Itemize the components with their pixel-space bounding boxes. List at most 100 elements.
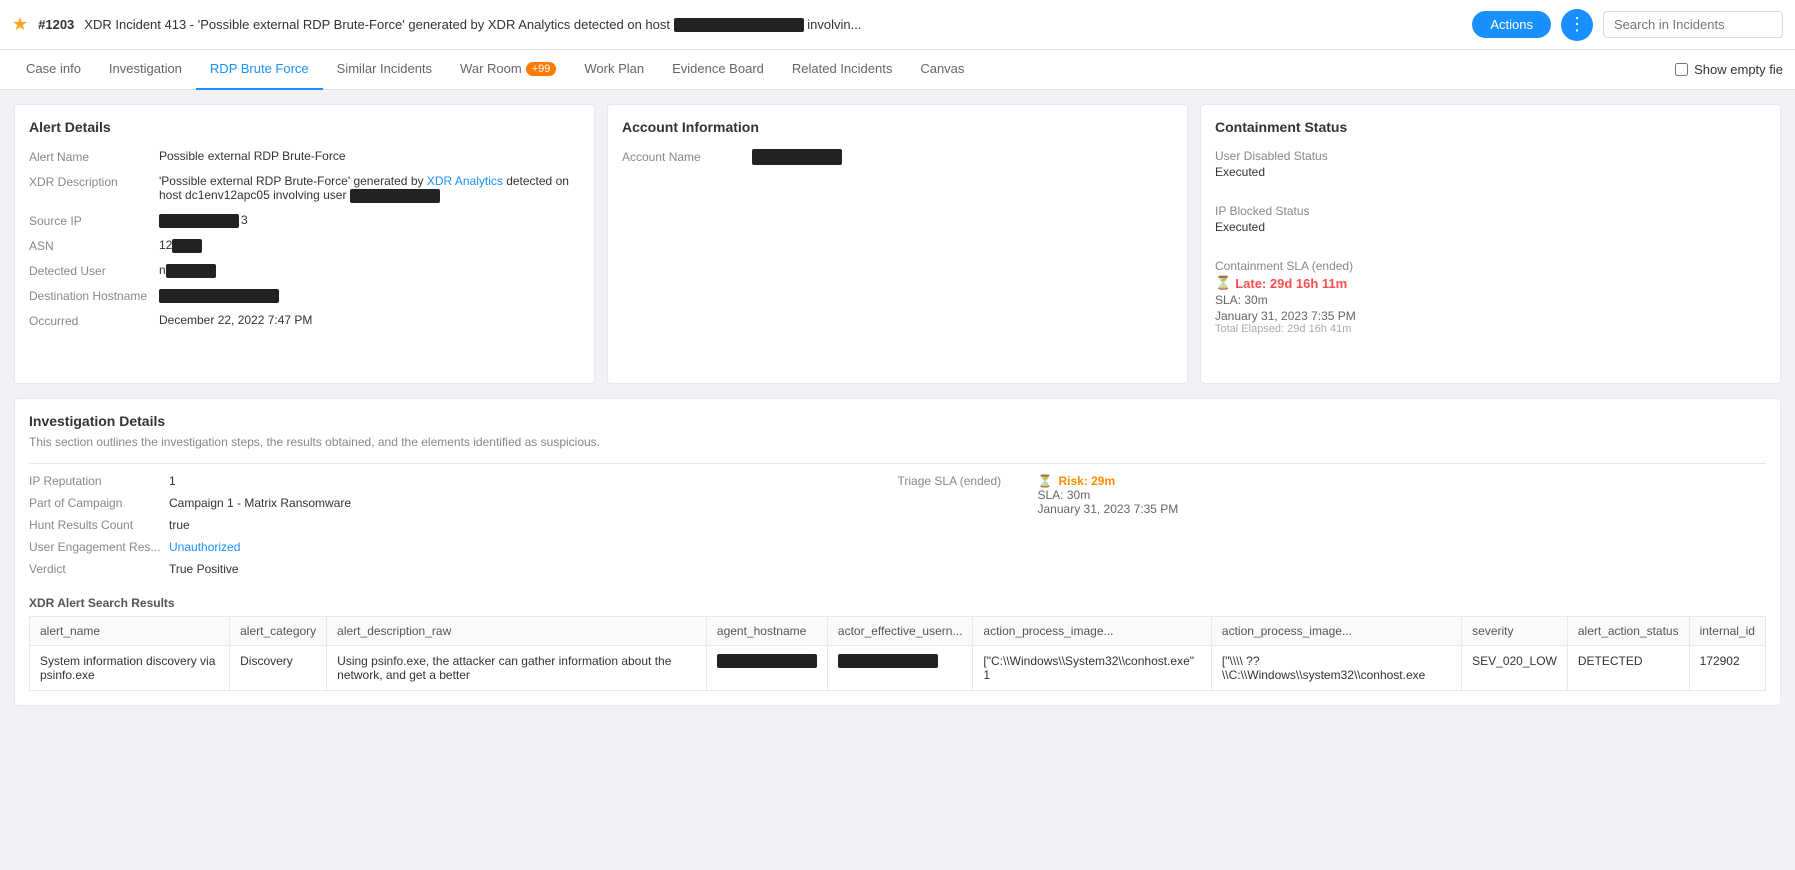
header-id: #1203 (38, 17, 74, 32)
th-action-process-1: action_process_image... (973, 617, 1211, 646)
alert-name-value: Possible external RDP Brute-Force (159, 149, 580, 163)
hunt-results-value: true (169, 518, 190, 532)
show-empty-container: Show empty fie (1675, 62, 1783, 77)
td-alert-action-status: DETECTED (1567, 646, 1689, 691)
header-title: XDR Incident 413 - 'Possible external RD… (84, 17, 1462, 33)
user-disabled-value: Executed (1215, 165, 1766, 179)
agent-hostname-redacted (717, 654, 817, 668)
xdr-alert-table: alert_name alert_category alert_descript… (29, 616, 1766, 691)
th-alert-category: alert_category (230, 617, 327, 646)
inv-right-fields: Triage SLA (ended) ⏳ Risk: 29m SLA: 30m … (898, 474, 1767, 584)
th-alert-desc: alert_description_raw (327, 617, 707, 646)
containment-sla-section: Containment SLA (ended) ⏳ Late: 29d 16h … (1215, 259, 1766, 335)
account-info-card: Account Information Account Name (607, 104, 1188, 384)
show-empty-label: Show empty fie (1694, 62, 1783, 77)
main-content: Alert Details Alert Name Possible extern… (0, 90, 1795, 870)
dest-hostname-value (159, 288, 580, 303)
field-user-engagement: User Engagement Res... Unauthorized (29, 540, 898, 554)
table-row: System information discovery via psinfo.… (30, 646, 1766, 691)
field-ip-reputation: IP Reputation 1 (29, 474, 898, 488)
campaign-value: Campaign 1 - Matrix Ransomware (169, 496, 351, 510)
table-label: XDR Alert Search Results (29, 596, 1766, 610)
tab-similar-incidents[interactable]: Similar Incidents (323, 50, 446, 90)
sla-elapsed-value: Total Elapsed: 29d 16h 41m (1215, 323, 1766, 335)
td-internal-id: 172902 (1689, 646, 1765, 691)
field-occurred: Occurred December 22, 2022 7:47 PM (29, 313, 580, 328)
field-triage-sla: Triage SLA (ended) ⏳ Risk: 29m SLA: 30m … (898, 474, 1767, 516)
actions-button[interactable]: Actions (1472, 11, 1551, 38)
td-action-process-2: ["\\\\ ??\\C:\\Windows\\system32\\conhos… (1211, 646, 1461, 691)
field-xdr-desc: XDR Description 'Possible external RDP B… (29, 174, 580, 203)
source-ip-value: 3 (159, 213, 580, 228)
asn-value: 12 (159, 238, 580, 253)
tabs-bar: Case info Investigation RDP Brute Force … (0, 50, 1795, 90)
th-alert-name: alert_name (30, 617, 230, 646)
search-input[interactable] (1603, 11, 1783, 38)
triage-sla-container: ⏳ Risk: 29m (1038, 474, 1179, 488)
field-source-ip: Source IP 3 (29, 213, 580, 228)
sla-date-value: January 31, 2023 7:35 PM (1215, 309, 1766, 323)
tab-work-plan[interactable]: Work Plan (570, 50, 658, 90)
verdict-value: True Positive (169, 562, 239, 576)
ip-rep-value: 1 (169, 474, 176, 488)
user-engagement-value[interactable]: Unauthorized (169, 540, 240, 554)
cards-row: Alert Details Alert Name Possible extern… (14, 104, 1781, 384)
td-action-process-1: ["C:\\Windows\\System32\\conhost.exe" 1 (973, 646, 1211, 691)
more-options-button[interactable]: ⋮ (1561, 9, 1593, 41)
header: ★ #1203 XDR Incident 413 - 'Possible ext… (0, 0, 1795, 50)
td-alert-name: System information discovery via psinfo.… (30, 646, 230, 691)
containment-status-title: Containment Status (1215, 119, 1766, 135)
triage-sla-detail: SLA: 30m (1038, 488, 1179, 502)
th-internal-id: internal_id (1689, 617, 1765, 646)
xdr-desc-value: 'Possible external RDP Brute-Force' gene… (159, 174, 580, 203)
sla-timer-icon: ⏳ (1215, 275, 1231, 291)
containment-status-card: Containment Status User Disabled Status … (1200, 104, 1781, 384)
account-info-title: Account Information (622, 119, 1173, 135)
actor-user-redacted (838, 654, 938, 668)
war-room-badge: +99 (526, 62, 557, 76)
field-hunt-results: Hunt Results Count true (29, 518, 898, 532)
field-dest-hostname: Destination Hostname (29, 288, 580, 303)
tab-war-room[interactable]: War Room +99 (446, 50, 570, 90)
td-alert-desc: Using psinfo.exe, the attacker can gathe… (327, 646, 707, 691)
tab-evidence-board[interactable]: Evidence Board (658, 50, 778, 90)
tab-rdp-brute-force[interactable]: RDP Brute Force (196, 50, 323, 90)
investigation-details-card: Investigation Details This section outli… (14, 398, 1781, 706)
sla-detail-value: SLA: 30m (1215, 293, 1766, 307)
field-verdict: Verdict True Positive (29, 562, 898, 576)
field-account-name: Account Name (622, 149, 1173, 165)
field-alert-name: Alert Name Possible external RDP Brute-F… (29, 149, 580, 164)
account-name-value (752, 149, 1173, 165)
th-actor-user: actor_effective_usern... (827, 617, 973, 646)
show-empty-checkbox[interactable] (1675, 63, 1688, 76)
th-alert-action-status: alert_action_status (1567, 617, 1689, 646)
ip-blocked-section: IP Blocked Status Executed (1215, 204, 1766, 234)
sla-late-value: ⏳ Late: 29d 16h 11m (1215, 275, 1766, 291)
field-detected-user: Detected User n (29, 263, 580, 278)
td-severity: SEV_020_LOW (1462, 646, 1568, 691)
td-alert-category: Discovery (230, 646, 327, 691)
star-icon: ★ (12, 14, 28, 35)
investigation-title: Investigation Details (29, 413, 1766, 429)
td-actor-user (827, 646, 973, 691)
alert-details-card: Alert Details Alert Name Possible extern… (14, 104, 595, 384)
th-agent-hostname: agent_hostname (706, 617, 827, 646)
investigation-desc: This section outlines the investigation … (29, 435, 1766, 449)
triage-sla-date: January 31, 2023 7:35 PM (1038, 502, 1179, 516)
tab-related-incidents[interactable]: Related Incidents (778, 50, 906, 90)
detected-user-value: n (159, 263, 580, 278)
tab-investigation[interactable]: Investigation (95, 50, 196, 90)
tab-canvas[interactable]: Canvas (906, 50, 978, 90)
table-header-row: alert_name alert_category alert_descript… (30, 617, 1766, 646)
field-asn: ASN 12 (29, 238, 580, 253)
user-disabled-section: User Disabled Status Executed (1215, 149, 1766, 179)
inv-left-fields: IP Reputation 1 Part of Campaign Campaig… (29, 474, 898, 584)
tab-case-info[interactable]: Case info (12, 50, 95, 90)
field-part-of-campaign: Part of Campaign Campaign 1 - Matrix Ran… (29, 496, 898, 510)
td-agent-hostname (706, 646, 827, 691)
occurred-value: December 22, 2022 7:47 PM (159, 313, 580, 327)
th-action-process-2: action_process_image... (1211, 617, 1461, 646)
triage-timer-icon: ⏳ (1038, 474, 1053, 488)
triage-risk-value: Risk: 29m (1058, 474, 1115, 488)
alert-details-title: Alert Details (29, 119, 580, 135)
